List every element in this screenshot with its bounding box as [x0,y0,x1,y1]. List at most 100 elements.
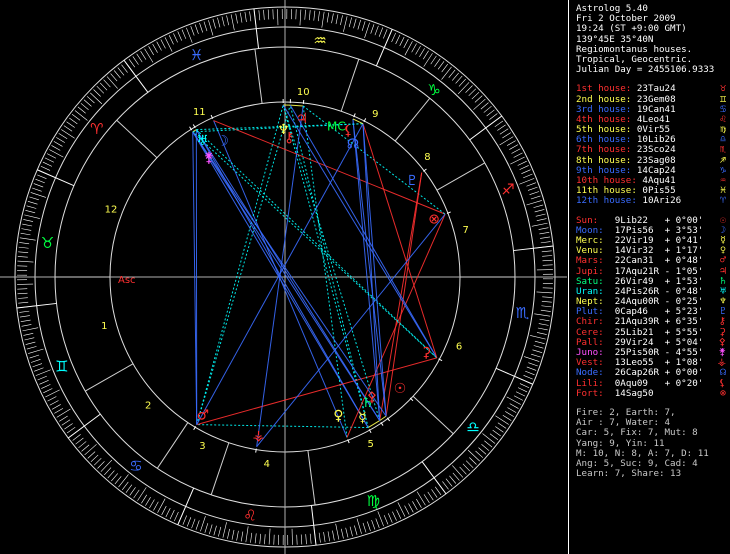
planet-row: Fort: 14Sag50 ⊗ [576,389,730,399]
degree-tick [28,348,44,354]
planet-icon: ♅ [719,286,726,297]
zodiac-sign-icon: ♍ [367,492,380,510]
planet-latitude: - 0°48' [664,286,704,297]
planet-name: Uran: [576,286,604,297]
degree-tick [34,367,44,372]
degree-tick [113,70,121,79]
degree-tick [323,532,326,543]
house-value: 23Sag08 [636,155,676,166]
degree-tick [21,228,32,231]
degree-tick [528,362,538,367]
house-row: 2nd house: 23Gem08 ♊ [576,95,730,105]
planet-position: 17Pis56 [614,225,654,236]
sign-boundary [123,59,149,93]
house-number: 9 [372,109,378,120]
planet-latitude: + 3°53' [664,225,704,236]
degree-tick [416,491,426,506]
degree-tick [539,318,550,322]
degree-tick [497,124,506,131]
degree-tick [125,484,133,493]
zodiac-sign-icon: ♓ [190,46,203,64]
degree-tick [32,363,43,368]
aspect-line [192,131,438,359]
degree-tick [534,313,551,317]
planet-icon: ☽ [719,225,726,236]
zodiac-sign-icon: ♎ [466,418,479,436]
degree-tick [502,414,512,421]
degree-tick [395,34,401,45]
degree-tick [348,17,352,28]
element-statistics: Fire: 2, Earth: 7, Air : 7, Water: 4 Car: … [576,408,730,479]
planet-latitude: + 1°08' [664,358,704,369]
header-line: Fri 2 October 2009 [576,14,676,25]
degree-tick [56,137,65,143]
house-value: 0Vir55 [636,125,671,136]
degree-tick [530,335,546,340]
degree-tick [371,519,376,530]
degree-tick [268,528,271,545]
degree-tick [507,407,517,413]
degree-tick [33,183,44,188]
degree-tick [517,160,527,166]
degree-tick [21,324,32,327]
planet-row: Lili: 0Aqu09 + 0°20' ⚸ [576,379,730,389]
degree-tick [367,521,371,532]
sign-icon: ♓ [719,186,726,197]
house-value: 10Ari26 [642,196,682,207]
aspect-line [256,105,304,447]
degree-tick [494,120,504,128]
stat-line: Learn: 7, Share: 13 [576,469,682,480]
chart-header: Astrolog 5.40 Fri 2 October 2009 19:24 (ST… [576,4,730,75]
degree-tick [422,50,429,60]
degree-tick [542,255,553,257]
house-row: 3rd house: 19Can41 ♋ [576,105,730,115]
degree-tick [17,292,28,295]
degree-tick [399,36,405,47]
degree-tick [26,205,37,209]
planet-latitude: + 0°20' [664,378,704,389]
degree-tick [64,423,73,430]
degree-tick [517,387,528,393]
house-number: 7 [463,225,469,236]
degree-tick [327,531,330,542]
degree-tick [482,433,496,444]
sign-boundary [375,29,393,67]
degree-tick [529,191,540,195]
zodiac-sign-icon: ♊ [55,357,68,375]
house-value: 14Cap24 [636,165,676,176]
house-value: 4Aqu41 [642,176,676,186]
degree-tick [313,10,316,21]
degree-tick [506,140,516,146]
degree-tick [519,178,535,185]
degree-tick [423,53,433,67]
degree-tick [168,35,174,45]
house-value: 23Tau24 [636,84,676,95]
degree-tick [391,32,396,43]
degree-tick [452,465,464,478]
degree-tick [332,530,335,541]
sign-icon: ♐ [719,155,726,166]
degree-tick [505,411,514,417]
degree-tick [35,369,51,376]
degree-tick [190,26,195,36]
degree-tick [404,505,410,515]
aspect-line [213,120,446,215]
degree-tick [259,533,262,544]
degree-tick [40,166,51,171]
degree-tick [208,20,214,36]
degree-tick [49,400,59,406]
degree-tick [495,415,509,425]
degree-tick [195,520,200,530]
planet-name: Satu: [576,276,604,287]
house-cusp-list: 1st house: 23Tau24 ♉ 2nd house: 23Gem08 ♊ 3r… [576,84,730,206]
planet-latitude: + 0°48' [664,256,704,267]
degree-tick [451,72,459,81]
planet-name: Lili: [576,378,604,389]
degree-tick [263,9,265,20]
house-number: 10 [297,87,310,98]
degree-tick [17,297,28,299]
planet-position: 25Pis50 [614,348,654,358]
degree-tick [227,528,230,539]
degree-tick [519,383,530,388]
sign-icon: ♏ [719,145,726,156]
